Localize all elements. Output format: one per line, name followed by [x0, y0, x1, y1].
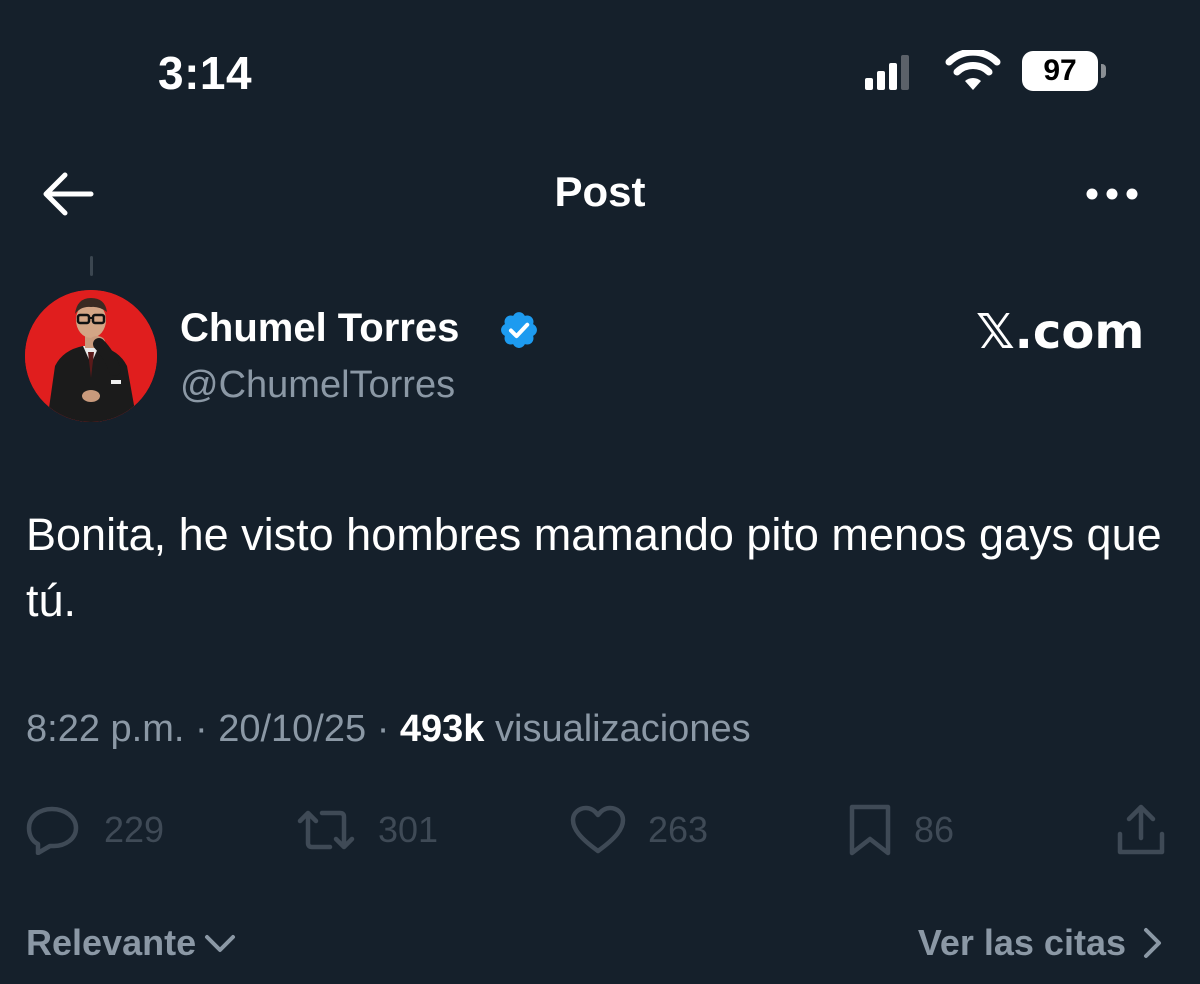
repost-count: 301 — [378, 809, 439, 850]
more-icon — [1086, 188, 1138, 200]
post-meta: 8:22 p.m. · 20/10/25 · 493k visualizacio… — [26, 708, 751, 751]
verified-icon — [501, 312, 537, 348]
views-label: visualizaciones — [495, 708, 751, 750]
avatar[interactable] — [25, 290, 157, 422]
status-time: 3:14 — [158, 47, 253, 99]
author-name[interactable]: Chumel Torres — [180, 306, 459, 351]
like-button[interactable]: 263 — [570, 804, 708, 856]
bookmark-icon — [849, 804, 891, 856]
meta-separator: · — [376, 708, 400, 750]
sort-label: Relevante — [26, 922, 197, 963]
repost-button[interactable]: 301 — [296, 804, 438, 856]
share-icon — [1117, 804, 1165, 855]
wifi-icon — [945, 50, 1001, 90]
post-time: 8:22 p.m. — [26, 708, 185, 750]
sort-replies-dropdown[interactable]: Relevante — [26, 922, 238, 964]
view-quotes-label: Ver las citas — [917, 922, 1126, 963]
bookmark-button[interactable]: 86 — [848, 804, 954, 856]
chevron-down-icon — [205, 935, 236, 952]
meta-separator: · — [194, 708, 219, 750]
chevron-right-icon — [1144, 928, 1161, 958]
like-icon — [570, 805, 626, 854]
more-options-button[interactable] — [1080, 170, 1144, 218]
like-count: 263 — [648, 809, 709, 850]
battery-icon: 97 — [1022, 51, 1108, 91]
reply-icon — [26, 806, 79, 855]
battery-level: 97 — [1043, 54, 1077, 87]
post-date: 20/10/25 — [218, 708, 367, 750]
reply-button[interactable]: 229 — [26, 804, 164, 856]
view-quotes-link[interactable]: Ver las citas — [918, 922, 1166, 964]
views-count[interactable]: 493k — [400, 708, 485, 750]
share-button[interactable] — [1116, 804, 1166, 856]
x-com-watermark: 𝕏.com — [976, 304, 1145, 360]
page-title: Post — [554, 168, 646, 215]
bookmark-count: 86 — [914, 809, 955, 850]
signal-icon — [865, 55, 909, 90]
repost-icon — [297, 810, 355, 850]
thread-line — [90, 256, 93, 276]
post-text: Bonita, he visto hombres mamando pito me… — [26, 509, 1162, 626]
author-handle[interactable]: @ChumelTorres — [180, 364, 455, 407]
reply-count: 229 — [104, 809, 165, 850]
